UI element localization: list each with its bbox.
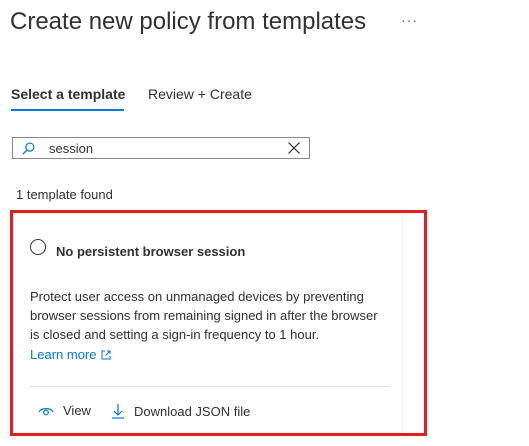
more-options-button[interactable]: ··· bbox=[401, 12, 418, 28]
template-description: Protect user access on unmanaged devices… bbox=[30, 289, 378, 342]
tab-select-template[interactable]: Select a template bbox=[11, 86, 125, 102]
template-radio[interactable] bbox=[30, 239, 46, 255]
view-label: View bbox=[63, 403, 91, 418]
active-tab-indicator bbox=[11, 109, 124, 111]
tab-review-create[interactable]: Review + Create bbox=[148, 86, 252, 102]
card-divider bbox=[30, 386, 390, 387]
search-box[interactable]: session bbox=[12, 137, 310, 159]
learn-more-label: Learn more bbox=[30, 347, 97, 362]
download-label: Download JSON file bbox=[134, 404, 251, 419]
external-link-icon bbox=[101, 350, 111, 360]
search-input[interactable]: session bbox=[49, 141, 93, 156]
download-json-button[interactable]: Download JSON file bbox=[111, 403, 250, 419]
results-count: 1 template found bbox=[16, 187, 113, 202]
eye-icon bbox=[38, 408, 54, 416]
search-icon bbox=[22, 142, 35, 155]
download-icon bbox=[112, 404, 124, 419]
template-title: No persistent browser session bbox=[56, 244, 246, 259]
learn-more-link[interactable]: Learn more bbox=[30, 347, 111, 362]
clear-search-icon[interactable] bbox=[287, 141, 301, 155]
page-title: Create new policy from templates bbox=[10, 8, 367, 35]
view-button[interactable]: View bbox=[38, 403, 91, 418]
